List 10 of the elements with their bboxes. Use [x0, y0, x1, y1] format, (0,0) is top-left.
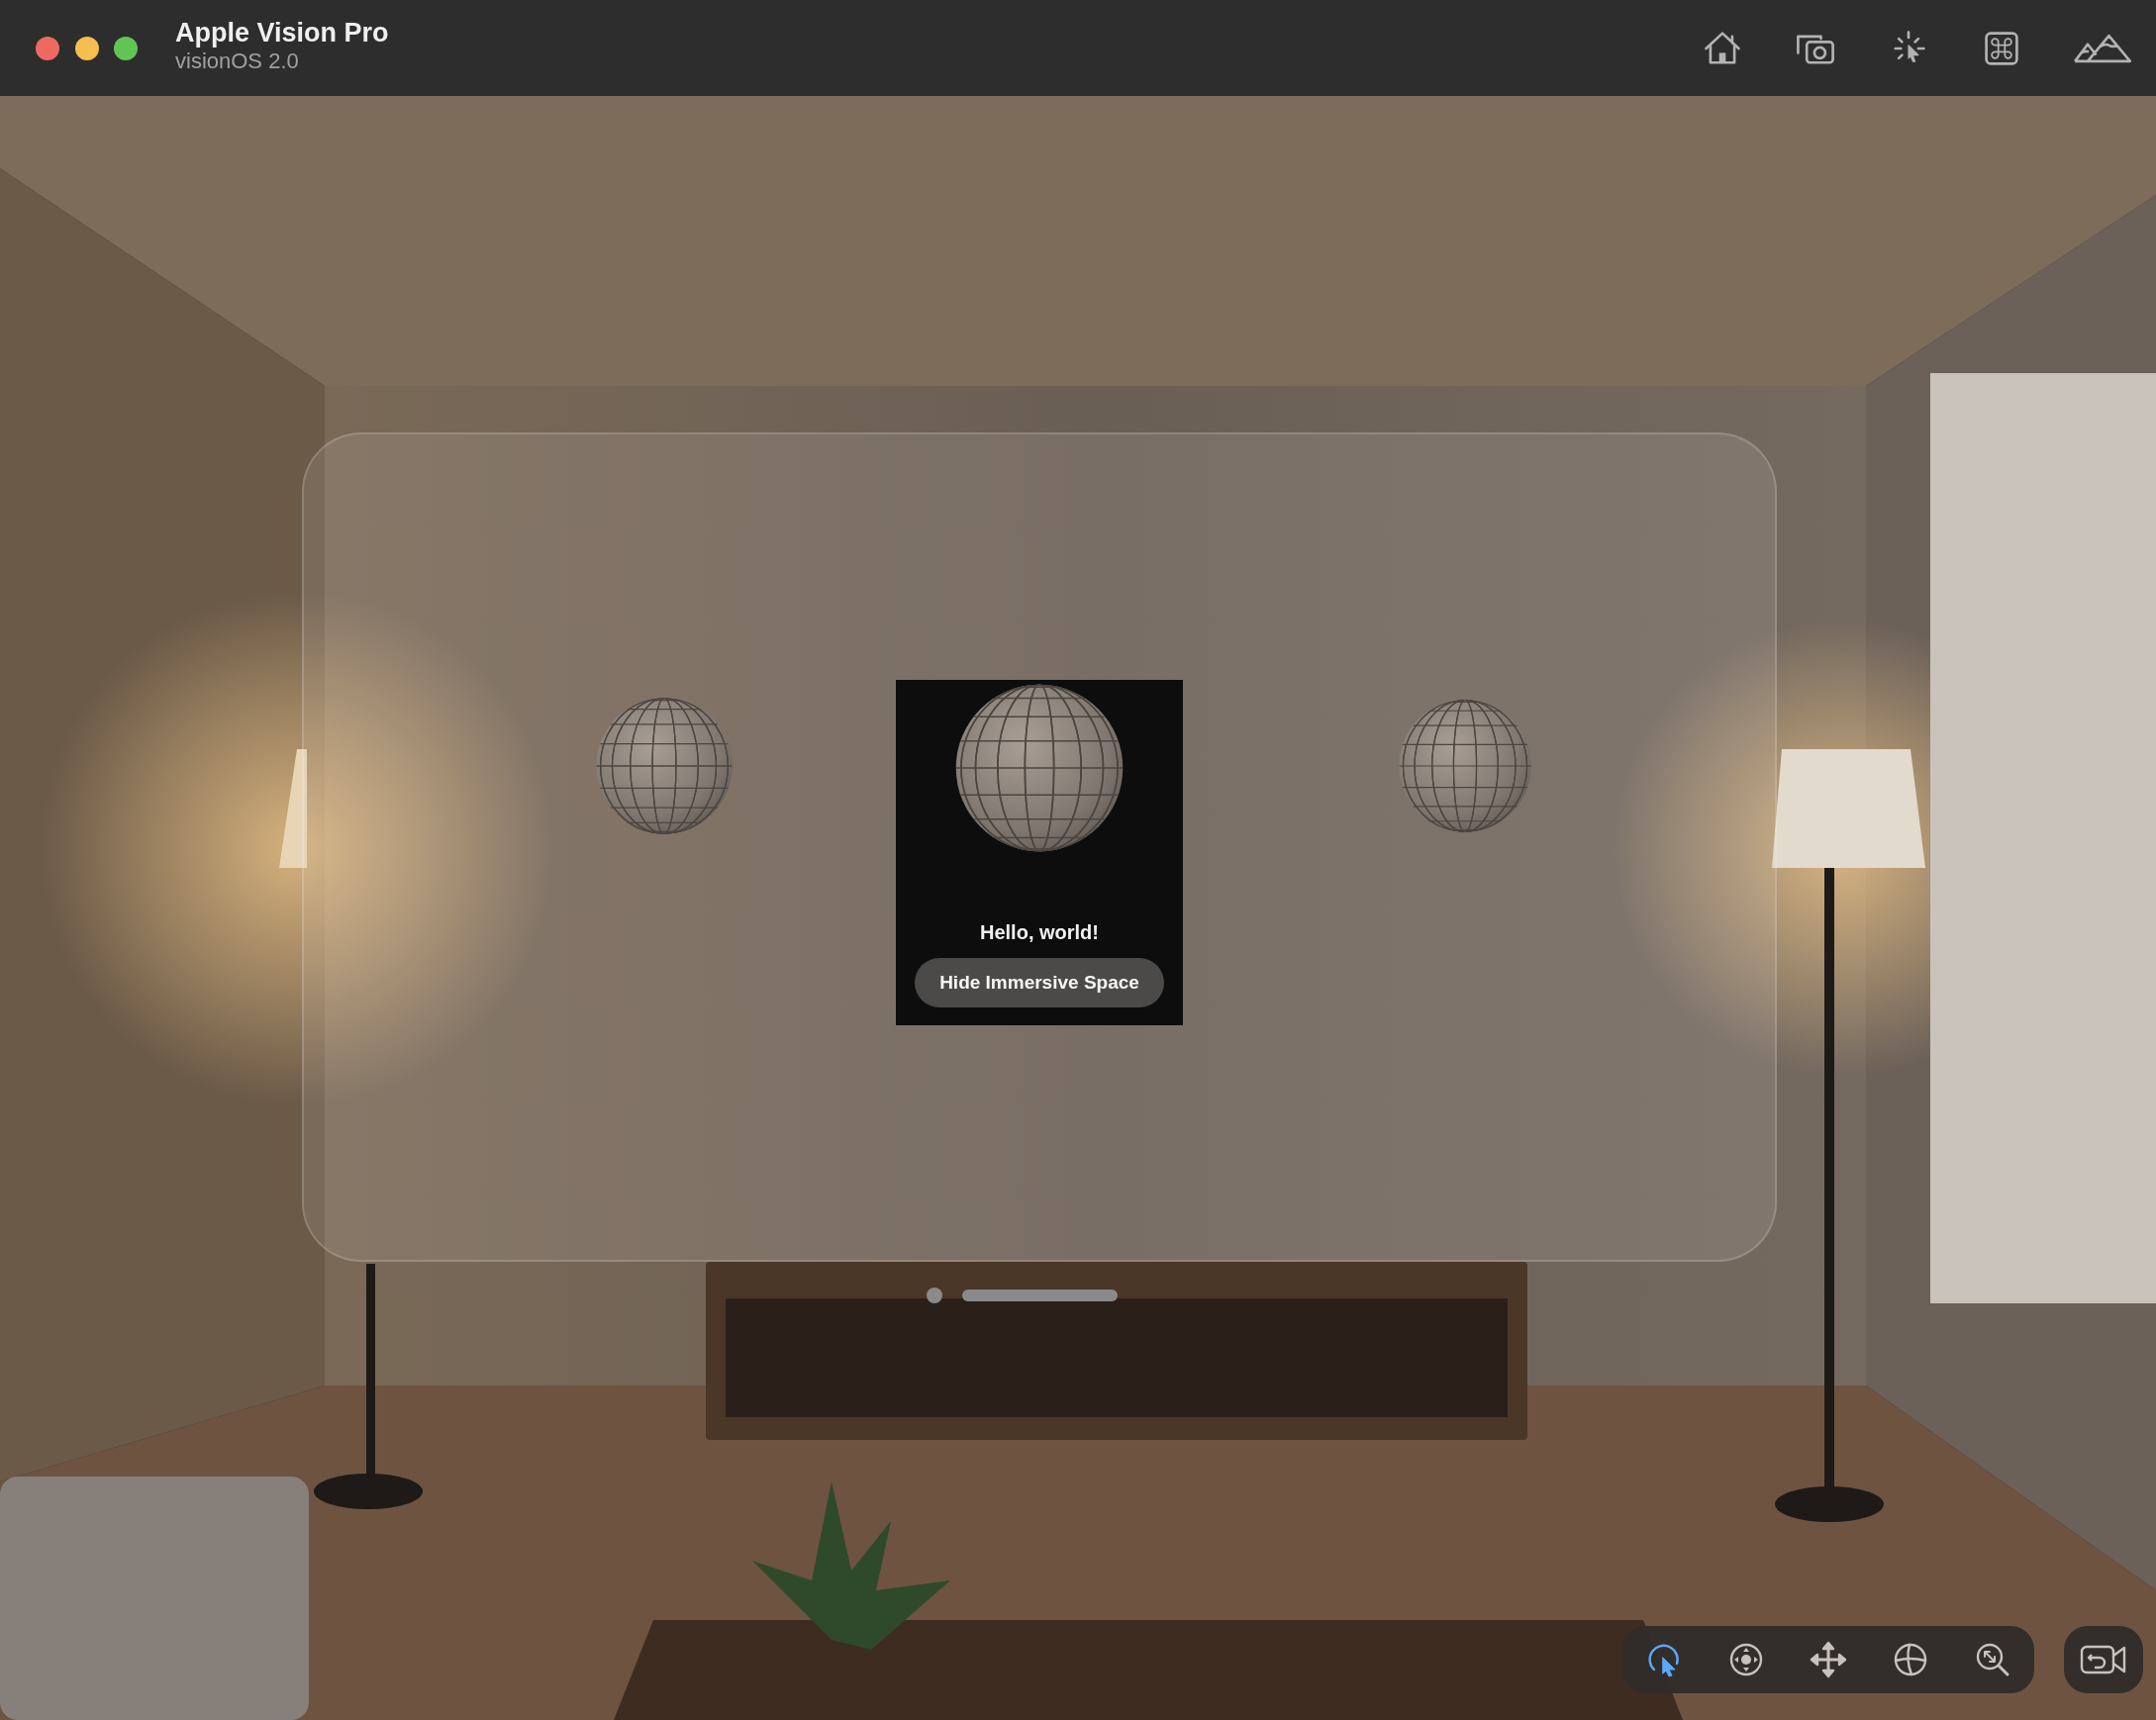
window-title: Apple Vision Pro — [175, 16, 390, 48]
window-subtitle: visionOS 2.0 — [175, 48, 300, 74]
minimize-button[interactable] — [75, 36, 99, 60]
zoom-button[interactable] — [114, 36, 138, 60]
video-camera-icon — [2080, 1643, 2127, 1676]
greeting-text: Hello, world! — [980, 920, 1099, 944]
camera-button[interactable] — [2064, 1626, 2143, 1693]
close-button[interactable] — [36, 36, 59, 60]
hide-immersive-space-button[interactable]: Hide Immersive Space — [915, 958, 1164, 1007]
move-tool-icon[interactable] — [1809, 1640, 1848, 1679]
